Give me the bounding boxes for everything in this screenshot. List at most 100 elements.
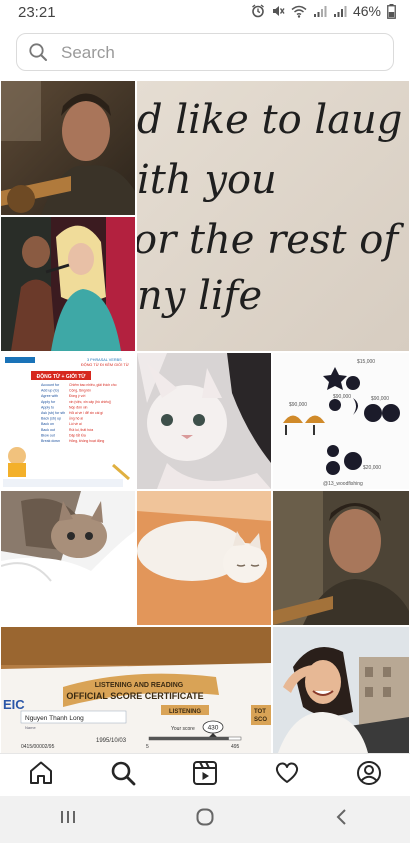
earring-price-1: $15,000: [357, 359, 375, 365]
grid-post-score-certificate[interactable]: EIC LISTENING AND READING OFFICIAL SCORE…: [1, 627, 271, 753]
vocab-term: Apply for: [41, 400, 56, 404]
vocab-term: Break down: [41, 439, 60, 443]
search-input[interactable]: [59, 34, 383, 72]
earring-price-3: $90,000: [333, 394, 351, 400]
search-icon: [110, 760, 136, 791]
certificate-id: 0415/00002/95: [21, 744, 55, 750]
nav-search-button[interactable]: [101, 756, 145, 796]
status-time: 23:21: [18, 4, 56, 21]
white-cat-image: [137, 353, 271, 489]
smiling-woman-image: [273, 627, 409, 753]
vocab-term: Apply to: [41, 405, 54, 409]
signal-icon: [313, 5, 327, 18]
vocab-term: Ask (sb) for sth: [41, 411, 65, 415]
certificate-score-label: Your score: [171, 726, 195, 732]
grid-post-vocab-card[interactable]: 3 PHRASAL VERBS ĐỘNG TỪ ĐI KÈM GIỚI TỪ Đ…: [1, 353, 135, 489]
certificate-name: Nguyen Thanh Long: [25, 715, 84, 722]
man-closeup-image: [273, 491, 409, 625]
nav-reels-button[interactable]: [183, 756, 227, 796]
grid-post-man-guitar[interactable]: [1, 81, 135, 215]
vocab-footer: [3, 479, 123, 487]
earring-handle: @13_woodfishing: [323, 481, 363, 487]
earrings-image: $15,000 $90,000 $90,000 $90,000 $20,000 …: [273, 353, 409, 489]
status-icons: 46%: [251, 3, 396, 19]
vocab-term: Agree with: [41, 394, 58, 398]
grid-post-earrings[interactable]: $15,000 $90,000 $90,000 $90,000 $20,000 …: [273, 353, 409, 489]
score-bar-fill: [149, 737, 229, 740]
certificate-score: 430: [208, 725, 219, 732]
certificate-total-label: TOT: [254, 709, 266, 715]
nav-home-button[interactable]: [19, 756, 63, 796]
vocab-term: Account for: [41, 383, 60, 387]
certificate-name-label: Name: [25, 725, 36, 730]
system-recent-apps-button[interactable]: [38, 800, 98, 840]
home-icon: [28, 760, 54, 791]
vocab-term: Back out: [41, 428, 55, 432]
earring-price-2: $90,000: [289, 402, 307, 408]
back-icon: [334, 808, 350, 831]
wifi-icon: [291, 5, 307, 18]
certificate-logo: EIC: [3, 697, 25, 712]
vocab-meaning: Cộng, tăng lên: [69, 389, 91, 393]
vocab-meaning: Lùi về ai: [69, 422, 82, 426]
vocab-meaning: Hỏi ai về / để xin cái gì: [69, 411, 103, 415]
vocab-meaning: Nộp đơn xin: [69, 405, 88, 409]
note-line-3: or the rest of: [137, 217, 404, 263]
search-icon: [28, 42, 48, 67]
note-line-4: ny life: [137, 273, 262, 319]
mute-icon: [271, 4, 285, 18]
heart-icon: [274, 760, 300, 791]
recent-apps-icon: [59, 809, 77, 830]
vocab-banner-text: ĐỘNG TỪ + GIỚI TỪ: [37, 372, 87, 380]
signal-icon: [333, 5, 347, 18]
man-guitar-image: [1, 81, 135, 215]
home-circle-icon: [195, 807, 215, 832]
singer-image: [1, 217, 135, 351]
nav-profile-button[interactable]: [347, 756, 391, 796]
certificate-title-1: LISTENING AND READING: [95, 682, 184, 689]
sleeping-cat-image: [137, 491, 271, 625]
grid-post-singer[interactable]: [1, 217, 135, 351]
nav-activity-button[interactable]: [265, 756, 309, 796]
vocab-meaning: Dập tắt lửa: [69, 432, 86, 437]
grid-post-white-cat[interactable]: [137, 353, 271, 489]
vocab-meaning: Đồng ý với: [69, 394, 86, 398]
vocab-term: Add up (to): [41, 389, 59, 393]
certificate-scale-min: 5: [146, 744, 149, 750]
certificate-image: EIC LISTENING AND READING OFFICIAL SCORE…: [1, 627, 271, 753]
earring-price-4: $90,000: [371, 396, 389, 402]
system-back-button[interactable]: [312, 800, 372, 840]
teacher-avatar: [8, 447, 26, 465]
certificate-scale-max: 495: [231, 744, 240, 750]
status-bar: 23:21 46%: [0, 0, 410, 26]
vocab-header-2: ĐỘNG TỪ ĐI KÈM GIỚI TỪ: [81, 362, 130, 367]
certificate-listening-label: LISTENING: [169, 709, 201, 715]
note-line-1: d like to laug: [137, 97, 402, 143]
vocab-logo: [5, 357, 35, 363]
vocab-meaning: xin (việc, xin cấp (hồ chiếu)): [69, 400, 111, 404]
vocab-term: Back (sb) up: [41, 417, 61, 421]
battery-percent: 46%: [352, 3, 381, 19]
vocab-card-image: 3 PHRASAL VERBS ĐỘNG TỪ ĐI KÈM GIỚI TỪ Đ…: [1, 353, 135, 489]
profile-icon: [356, 760, 382, 791]
vocab-meaning: Hỏng, không hoạt động: [69, 439, 104, 443]
vocab-meaning: ủng hộ ai: [69, 417, 83, 421]
grid-post-man-closeup[interactable]: [273, 491, 409, 625]
grid-post-smiling-woman[interactable]: [273, 627, 409, 753]
grid-post-handwritten-note[interactable]: d like to laug ith you or the rest of ny…: [137, 81, 409, 351]
kitten-image: [1, 491, 135, 625]
teacher-body: [8, 463, 26, 477]
grid-post-sleeping-cat[interactable]: [137, 491, 271, 625]
earring-price-5: $20,000: [363, 465, 381, 471]
system-home-button[interactable]: [175, 800, 235, 840]
vocab-term: Blow out: [41, 433, 55, 437]
explore-grid: d like to laug ith you or the rest of ny…: [0, 80, 410, 753]
grid-post-kitten[interactable]: [1, 491, 135, 625]
reels-icon: [192, 760, 218, 791]
certificate-title-2: OFFICIAL SCORE CERTIFICATE: [66, 691, 203, 701]
vocab-header-1: 3 PHRASAL VERBS: [87, 358, 122, 362]
search-bar[interactable]: [16, 33, 394, 72]
note-line-2: ith you: [137, 157, 277, 203]
certificate-dob: 1995/10/03: [96, 738, 127, 744]
certificate-total-label-2: SCO: [254, 717, 267, 723]
